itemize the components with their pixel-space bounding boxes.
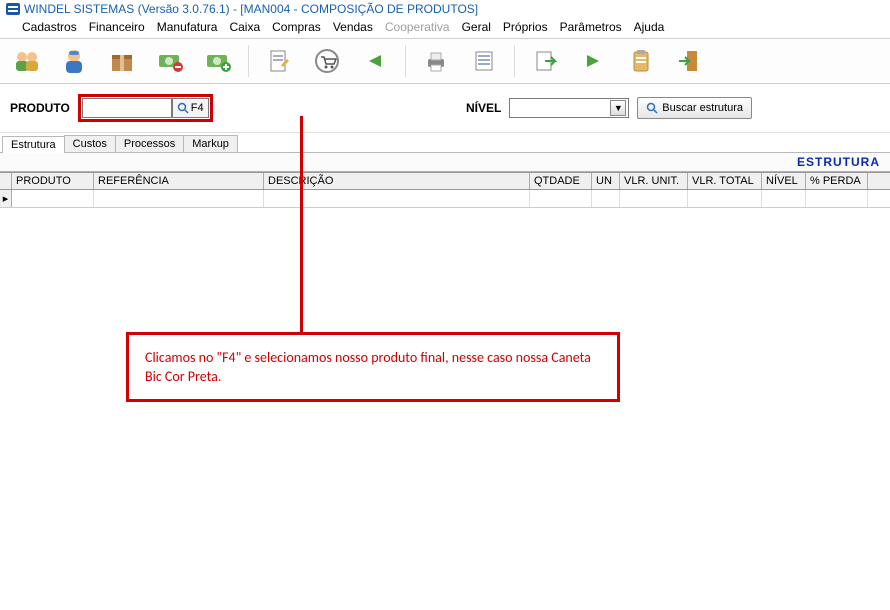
col-produto[interactable]: PRODUTO — [12, 173, 94, 189]
tab-processos[interactable]: Processos — [115, 135, 184, 152]
person-icon[interactable] — [56, 43, 92, 79]
toolbar-sep-3 — [514, 45, 515, 77]
col-vlr-unit[interactable]: VLR. UNIT. — [620, 173, 688, 189]
arrow-right-green-icon[interactable] — [575, 43, 611, 79]
exit-door-icon[interactable] — [671, 43, 707, 79]
annotation-line — [300, 116, 303, 332]
buscar-label: Buscar estrutura — [662, 102, 743, 114]
menu-financeiro[interactable]: Financeiro — [89, 20, 145, 34]
toolbar — [0, 39, 890, 84]
f4-label: F4 — [191, 102, 204, 114]
row-marker-icon: ▸ — [0, 190, 12, 207]
tab-markup[interactable]: Markup — [183, 135, 238, 152]
col-descricao[interactable]: DESCRIÇÃO — [264, 173, 530, 189]
col-nivel[interactable]: NÍVEL — [762, 173, 806, 189]
cart-icon[interactable] — [309, 43, 345, 79]
menu-cadastros[interactable]: Cadastros — [22, 20, 77, 34]
nivel-select[interactable]: ▼ — [509, 98, 629, 118]
table-row[interactable]: ▸ — [0, 190, 890, 208]
money-remove-icon[interactable] — [152, 43, 188, 79]
produto-label: PRODUTO — [10, 101, 70, 115]
annotation-box: Clicamos no "F4" e selecionamos nosso pr… — [126, 332, 620, 402]
row-marker-header — [0, 173, 12, 189]
app-icon — [6, 3, 20, 15]
grid-header: PRODUTO REFERÊNCIA DESCRIÇÃO QTDADE UN V… — [0, 173, 890, 190]
tab-custos[interactable]: Custos — [64, 135, 116, 152]
col-referencia[interactable]: REFERÊNCIA — [94, 173, 264, 189]
doc-edit-icon[interactable] — [261, 43, 297, 79]
col-un[interactable]: UN — [592, 173, 620, 189]
f4-button[interactable]: F4 — [172, 98, 209, 118]
menu-cooperativa: Cooperativa — [385, 20, 450, 34]
arrow-left-green-icon[interactable] — [357, 43, 393, 79]
menu-ajuda[interactable]: Ajuda — [634, 20, 665, 34]
clipboard-icon[interactable] — [623, 43, 659, 79]
menu-compras[interactable]: Compras — [272, 20, 321, 34]
sheet-arrow-icon[interactable] — [527, 43, 563, 79]
menu-manufatura[interactable]: Manufatura — [157, 20, 218, 34]
annotation-text: Clicamos no "F4" e selecionamos nosso pr… — [145, 349, 591, 385]
users-icon[interactable] — [8, 43, 44, 79]
col-qtdade[interactable]: QTDADE — [530, 173, 592, 189]
title-bar: WINDEL SISTEMAS (Versão 3.0.76.1) - [MAN… — [0, 0, 890, 18]
structure-title: ESTRUTURA — [0, 153, 890, 172]
window-title: WINDEL SISTEMAS (Versão 3.0.76.1) - [MAN… — [24, 2, 478, 16]
buscar-estrutura-button[interactable]: Buscar estrutura — [637, 97, 752, 119]
tabs: Estrutura Custos Processos Markup — [0, 133, 890, 153]
nivel-label: NÍVEL — [466, 101, 501, 115]
col-perda[interactable]: % PERDA — [806, 173, 868, 189]
menu-vendas[interactable]: Vendas — [333, 20, 373, 34]
sheet-icon[interactable] — [466, 43, 502, 79]
produto-input[interactable] — [82, 98, 172, 118]
chevron-down-icon: ▼ — [610, 100, 626, 116]
menu-parametros[interactable]: Parâmetros — [560, 20, 622, 34]
search-icon — [646, 102, 658, 114]
toolbar-sep-2 — [405, 45, 406, 77]
grid: PRODUTO REFERÊNCIA DESCRIÇÃO QTDADE UN V… — [0, 172, 890, 208]
search-icon — [177, 102, 189, 114]
tab-estrutura[interactable]: Estrutura — [2, 136, 65, 153]
f4-highlight: F4 — [78, 94, 213, 122]
printer-icon[interactable] — [418, 43, 454, 79]
money-add-icon[interactable] — [200, 43, 236, 79]
menu-bar: Cadastros Financeiro Manufatura Caixa Co… — [0, 18, 890, 39]
filter-row: PRODUTO F4 NÍVEL ▼ Buscar estrutura — [0, 84, 890, 133]
menu-caixa[interactable]: Caixa — [229, 20, 260, 34]
menu-proprios[interactable]: Próprios — [503, 20, 548, 34]
col-vlr-total[interactable]: VLR. TOTAL — [688, 173, 762, 189]
toolbar-sep-1 — [248, 45, 249, 77]
package-icon[interactable] — [104, 43, 140, 79]
menu-geral[interactable]: Geral — [462, 20, 491, 34]
